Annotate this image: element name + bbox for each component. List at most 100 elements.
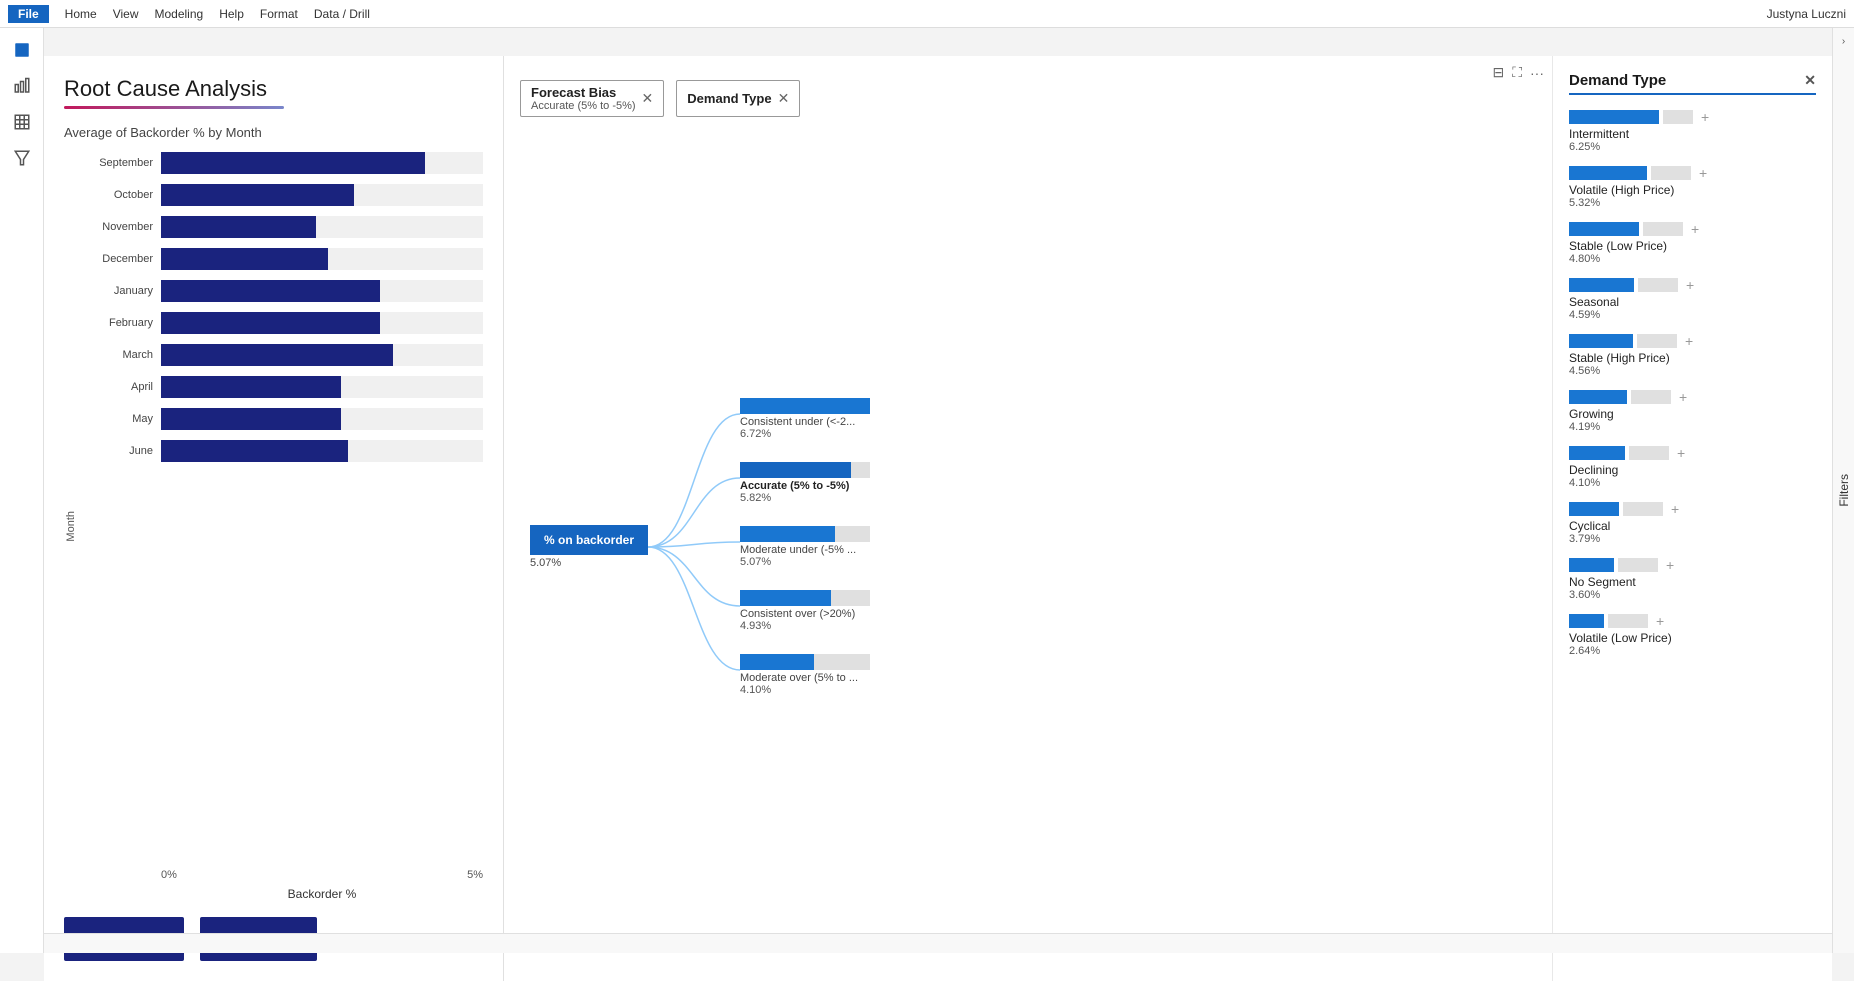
filter-icon[interactable]: ⊟ <box>1492 64 1504 81</box>
nav-data-drill[interactable]: Data / Drill <box>314 7 370 21</box>
demand-bar-blue <box>1569 166 1647 180</box>
demand-bar-row: + <box>1569 557 1816 573</box>
bar-label: January <box>78 285 153 297</box>
bar-row: February <box>78 312 483 334</box>
file-menu[interactable]: File <box>8 5 49 23</box>
x-axis-label-0: 0% <box>161 869 177 881</box>
demand-bar-gray <box>1643 222 1683 236</box>
demand-bar-gray <box>1623 502 1663 516</box>
mid-bar-fill <box>740 526 835 542</box>
bar-fill <box>161 344 393 366</box>
filters-label[interactable]: Filters <box>1837 474 1851 507</box>
nav-home[interactable]: Home <box>65 7 97 21</box>
bar-fill <box>161 184 354 206</box>
chevron-right-icon[interactable]: › <box>1842 36 1845 47</box>
nav-format[interactable]: Format <box>260 7 298 21</box>
bar-row: April <box>78 376 483 398</box>
nav-modeling[interactable]: Modeling <box>154 7 203 21</box>
bar-label: December <box>78 253 153 265</box>
bar-row: March <box>78 344 483 366</box>
bar-row: January <box>78 280 483 302</box>
demand-plus-icon[interactable]: + <box>1671 501 1679 517</box>
demand-plus-icon[interactable]: + <box>1685 333 1693 349</box>
demand-bar-row: + <box>1569 277 1816 293</box>
mid-bar-track <box>740 654 870 670</box>
demand-plus-icon[interactable]: + <box>1691 221 1699 237</box>
bar-label: October <box>78 189 153 201</box>
demand-item: + No Segment 3.60% <box>1569 557 1816 601</box>
demand-item-pct: 3.60% <box>1569 589 1816 601</box>
sidebar-icon-table[interactable] <box>6 108 38 136</box>
mid-node-label: Moderate over (5% to ... <box>740 672 870 684</box>
bar-track <box>161 280 483 302</box>
bar-fill <box>161 216 316 238</box>
sidebar-icon-bar[interactable] <box>6 72 38 100</box>
demand-bar-row: + <box>1569 389 1816 405</box>
demand-item-pct: 4.59% <box>1569 309 1816 321</box>
mid-bar-fill <box>740 654 814 670</box>
sidebar-icon-filter[interactable] <box>6 144 38 172</box>
demand-bar-blue <box>1569 222 1639 236</box>
demand-plus-icon[interactable]: + <box>1677 445 1685 461</box>
demand-bar-row: + <box>1569 221 1816 237</box>
demand-item: + Declining 4.10% <box>1569 445 1816 489</box>
sidebar-icon-report[interactable] <box>6 36 38 64</box>
demand-bar-blue <box>1569 446 1625 460</box>
mid-bar-fill <box>740 462 851 478</box>
demand-bar-gray <box>1631 390 1671 404</box>
x-axis-label-5: 5% <box>467 869 483 881</box>
main-content: Root Cause Analysis Average of Backorder… <box>44 56 1832 981</box>
bar-label: June <box>78 445 153 457</box>
demand-item: + Seasonal 4.59% <box>1569 277 1816 321</box>
mid-bar-track <box>740 462 870 478</box>
bar-row: May <box>78 408 483 430</box>
forecast-bias-chip[interactable]: Forecast Bias Accurate (5% to -5%) ✕ <box>520 80 664 117</box>
bar-fill <box>161 440 348 462</box>
mid-bar-fill <box>740 590 831 606</box>
forecast-bias-close-icon[interactable]: ✕ <box>642 90 654 107</box>
mid-node-pct: 6.72% <box>740 428 870 440</box>
nav-help[interactable]: Help <box>219 7 244 21</box>
demand-item: + Stable (High Price) 4.56% <box>1569 333 1816 377</box>
decomp-tree-vis: % on backorder 5.07% Consistent under (<… <box>520 129 1536 965</box>
demand-items-list: + Intermittent 6.25% + Volatile (High Pr… <box>1569 109 1816 657</box>
demand-type-close-icon[interactable]: ✕ <box>1804 72 1816 89</box>
demand-plus-icon[interactable]: + <box>1679 389 1687 405</box>
bar-row: September <box>78 152 483 174</box>
demand-plus-icon[interactable]: + <box>1701 109 1709 125</box>
mid-node: Consistent under (<-2... 6.72% <box>740 398 870 440</box>
chart-subtitle: Average of Backorder % by Month <box>64 125 483 140</box>
bar-fill <box>161 312 380 334</box>
panel-title: Root Cause Analysis <box>64 76 483 102</box>
more-icon[interactable]: ··· <box>1530 65 1544 81</box>
demand-item-name: Seasonal <box>1569 295 1816 309</box>
demand-item-name: Declining <box>1569 463 1816 477</box>
right-filters-panel[interactable]: › Filters <box>1832 28 1854 953</box>
demand-type-chip[interactable]: Demand Type ✕ <box>676 80 800 117</box>
demand-plus-icon[interactable]: + <box>1686 277 1694 293</box>
bar-track <box>161 152 483 174</box>
x-axis-title: Backorder % <box>161 887 483 901</box>
demand-item: + Growing 4.19% <box>1569 389 1816 433</box>
demand-item: + Volatile (High Price) 5.32% <box>1569 165 1816 209</box>
demand-type-close-icon[interactable]: ✕ <box>778 90 790 107</box>
demand-item: + Stable (Low Price) 4.80% <box>1569 221 1816 265</box>
demand-item-pct: 4.56% <box>1569 365 1816 377</box>
mid-node-pct: 5.82% <box>740 492 870 504</box>
bottom-nav-bar <box>44 933 1832 953</box>
demand-item-name: Stable (Low Price) <box>1569 239 1816 253</box>
demand-plus-icon[interactable]: + <box>1666 557 1674 573</box>
bar-label: March <box>78 349 153 361</box>
demand-bar-blue <box>1569 334 1633 348</box>
demand-bar-gray <box>1663 110 1693 124</box>
demand-plus-icon[interactable]: + <box>1699 165 1707 181</box>
nav-view[interactable]: View <box>113 7 139 21</box>
demand-bar-blue <box>1569 110 1659 124</box>
mid-node: Consistent over (>20%) 4.93% <box>740 590 870 632</box>
fullscreen-icon[interactable]: ⛶ <box>1512 64 1522 81</box>
demand-item-pct: 3.79% <box>1569 533 1816 545</box>
root-node-pct: 5.07% <box>530 557 648 569</box>
demand-plus-icon[interactable]: + <box>1656 613 1664 629</box>
demand-item-name: Volatile (High Price) <box>1569 183 1816 197</box>
demand-item-pct: 5.32% <box>1569 197 1816 209</box>
